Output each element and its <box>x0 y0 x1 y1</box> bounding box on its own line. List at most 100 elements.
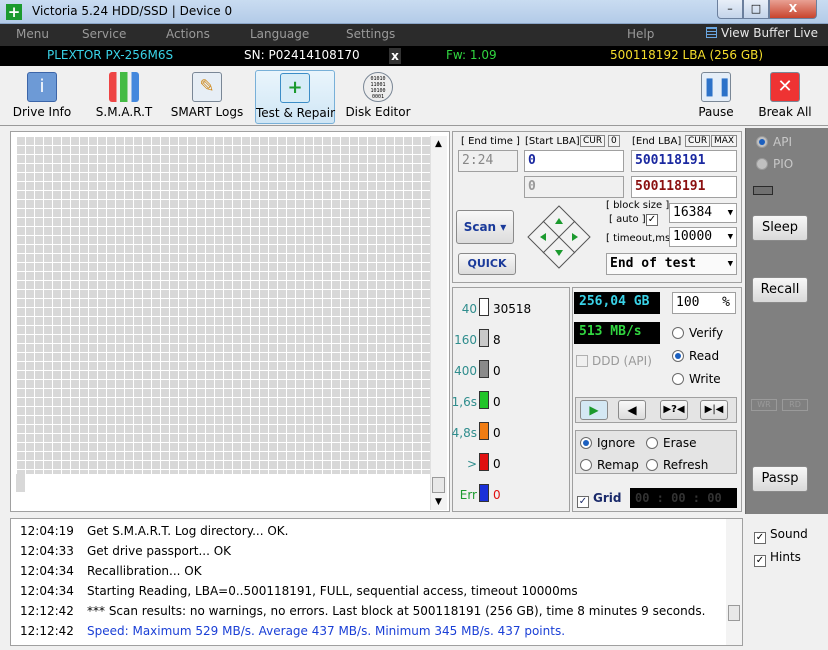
pio-radio[interactable] <box>756 158 768 170</box>
skip-query-icon[interactable]: ▶?◀ <box>660 400 688 420</box>
rewind-icon[interactable]: ◀ <box>618 400 646 420</box>
end-of-test-select[interactable]: End of test ▼ <box>606 253 737 275</box>
sleep-button[interactable]: Sleep <box>752 215 808 241</box>
end-time-input[interactable]: 2:24 <box>458 150 518 172</box>
pause-button[interactable]: ❚❚ Pause <box>676 70 756 124</box>
device-firmware: Fw: 1.09 <box>446 48 497 62</box>
ddd-api-checkbox[interactable] <box>576 355 588 367</box>
end-jump-icon[interactable]: ▶|◀ <box>700 400 728 420</box>
device-close-button[interactable]: x <box>389 48 401 64</box>
folder-pencil-icon: ✎ <box>192 72 222 102</box>
minimize-button[interactable]: – <box>717 0 743 19</box>
read-radio[interactable] <box>672 350 684 362</box>
log-time: 12:04:33 <box>20 544 74 558</box>
ignore-radio[interactable] <box>580 437 592 449</box>
play-icon[interactable]: ▶ <box>580 400 608 420</box>
grid-checkbox[interactable]: ✓ <box>577 496 589 508</box>
break-all-button[interactable]: ✕ Break All <box>745 70 825 124</box>
quick-button[interactable]: QUICK <box>458 253 516 275</box>
info-icon: i <box>27 72 57 102</box>
first-aid-kit-icon: + <box>280 73 310 103</box>
write-radio[interactable] <box>672 373 684 385</box>
bucket-count: 0 <box>493 395 501 409</box>
block-size-select[interactable]: 16384 ▼ <box>669 203 737 223</box>
refresh-option[interactable]: Refresh <box>646 458 708 472</box>
api-option[interactable]: API <box>756 135 792 149</box>
block-map-scrollbar[interactable] <box>430 136 447 510</box>
auto-block-size-checkbox[interactable]: ✓ <box>646 214 658 226</box>
test-repair-label: Test & Repair <box>256 106 336 120</box>
close-button[interactable]: X <box>769 0 817 19</box>
scroll-down-icon[interactable]: ▼ <box>430 494 447 510</box>
end-lba-input[interactable]: 500118191 <box>631 150 737 172</box>
refresh-radio[interactable] <box>646 459 658 471</box>
remap-option[interactable]: Remap <box>580 458 639 472</box>
remap-radio[interactable] <box>580 459 592 471</box>
hints-checkbox[interactable]: ✓ <box>754 555 766 567</box>
menu-item-language[interactable]: Language <box>250 27 309 41</box>
sound-checkbox[interactable]: ✓ <box>754 532 766 544</box>
erase-radio[interactable] <box>646 437 658 449</box>
timeout-select[interactable]: 10000 ▼ <box>669 227 737 247</box>
api-radio[interactable] <box>756 136 768 148</box>
device-lba-size: 500118192 LBA (256 GB) <box>610 48 764 62</box>
scan-button[interactable]: Scan ▾ <box>456 210 514 244</box>
drive-info-button[interactable]: i Drive Info <box>2 70 82 124</box>
log-scroll-thumb[interactable] <box>728 605 740 621</box>
read-option[interactable]: Read <box>672 349 719 363</box>
start-lba-current: 0 <box>524 176 624 198</box>
status-indicator <box>753 186 773 195</box>
menu-item-settings[interactable]: Settings <box>346 27 395 41</box>
recall-button[interactable]: Recall <box>752 277 808 303</box>
sound-option[interactable]: ✓ Sound <box>754 527 808 544</box>
red-x-icon: ✕ <box>770 72 800 102</box>
write-option[interactable]: Write <box>672 372 721 386</box>
pause-icon: ❚❚ <box>701 72 732 102</box>
grid-option[interactable]: ✓ Grid <box>577 491 621 508</box>
passp-button[interactable]: Passp <box>752 466 808 492</box>
access-time-bucket: 400 0 <box>453 358 569 382</box>
log-time: 12:04:19 <box>20 524 74 538</box>
scroll-thumb[interactable] <box>432 477 445 493</box>
menu-item-help[interactable]: Help <box>627 27 654 41</box>
disk-editor-button[interactable]: 01010 11001 10100 0001 Disk Editor <box>338 70 418 124</box>
start-lba-cur-button[interactable]: CUR <box>580 135 606 147</box>
menu-item-menu[interactable]: Menu <box>16 27 49 41</box>
bucket-label: 4,8s <box>451 426 477 440</box>
smart-logs-button[interactable]: ✎ SMART Logs <box>167 70 247 124</box>
ignore-option[interactable]: Ignore <box>580 436 635 450</box>
start-lba-zero-button[interactable]: 0 <box>608 135 620 147</box>
end-lba-cur-button[interactable]: CUR <box>685 135 711 147</box>
test-repair-button[interactable]: + Test & Repair <box>255 70 335 124</box>
scroll-up-icon[interactable]: ▲ <box>430 136 447 152</box>
verify-radio[interactable] <box>672 327 684 339</box>
view-buffer-label: View Buffer Live <box>721 26 819 40</box>
disk-editor-label: Disk Editor <box>345 105 411 119</box>
log-entry: 12:04:33 Get drive passport... OK <box>20 544 231 558</box>
menu-item-actions[interactable]: Actions <box>166 27 210 41</box>
bucket-color-swatch <box>479 484 489 502</box>
maximize-button[interactable]: □ <box>743 0 769 19</box>
erase-option[interactable]: Erase <box>646 436 697 450</box>
hints-option[interactable]: ✓ Hints <box>754 550 801 567</box>
verify-option[interactable]: Verify <box>672 326 723 340</box>
scanned-size-display: 256,04 GB <box>574 292 660 314</box>
end-lba-label: [End LBA] <box>632 136 682 147</box>
log-scrollbar[interactable] <box>726 519 742 645</box>
menu-item-service[interactable]: Service <box>82 27 126 41</box>
wr-indicator: WR <box>751 399 777 411</box>
view-buffer-live-button[interactable]: View Buffer Live <box>706 26 818 40</box>
bucket-label: Err <box>459 488 477 502</box>
log-time: 12:04:34 <box>20 564 74 578</box>
smart-button[interactable]: S.M.A.R.T <box>84 70 164 124</box>
end-lba-max-button[interactable]: MAX <box>711 135 738 147</box>
device-model: PLEXTOR PX-256M6S <box>47 48 174 62</box>
speed-display: 513 MB/s <box>574 322 660 344</box>
pio-option[interactable]: PIO <box>756 157 793 171</box>
access-time-bucket: 160 8 <box>453 327 569 351</box>
bucket-color-swatch <box>479 298 489 316</box>
chevron-down-icon: ▼ <box>727 259 733 269</box>
start-lba-input[interactable]: 0 <box>524 150 624 172</box>
ddd-api-option[interactable]: DDD (API) <box>576 354 652 368</box>
block-size-label: [ block size ] <box>606 200 670 211</box>
